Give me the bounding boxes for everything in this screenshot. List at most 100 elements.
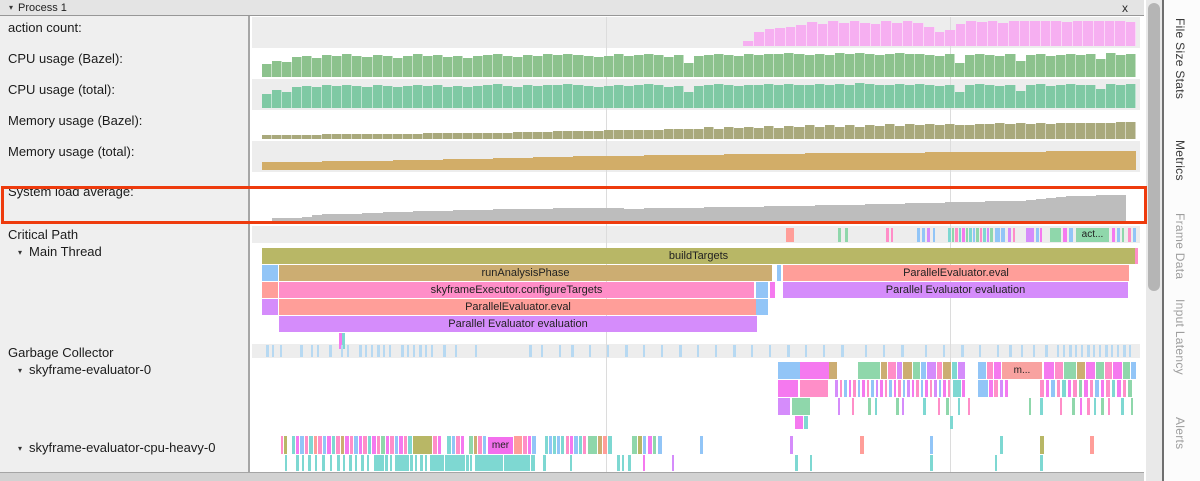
evaluator0-slice[interactable] xyxy=(1029,398,1031,415)
main-thread-slice[interactable] xyxy=(777,265,781,281)
evaluator0-slice[interactable] xyxy=(989,380,993,397)
evaluator0-slice[interactable] xyxy=(880,380,883,397)
evaluator0-slice[interactable] xyxy=(1072,398,1075,415)
cpu-heavy-slice[interactable] xyxy=(588,436,597,454)
evaluator0-slice[interactable] xyxy=(943,380,946,397)
evaluator0-slice[interactable] xyxy=(952,362,957,379)
critical-path-event[interactable] xyxy=(990,228,993,242)
cpu-heavy-slice[interactable] xyxy=(445,455,465,471)
evaluator0-slice[interactable] xyxy=(1112,380,1115,397)
evaluator0-slice[interactable] xyxy=(1123,380,1126,397)
evaluator0-slice[interactable] xyxy=(946,398,949,415)
evaluator0-slice[interactable] xyxy=(1131,362,1136,379)
evaluator0-slice[interactable] xyxy=(939,380,941,397)
main-thread-slice[interactable] xyxy=(1135,248,1138,264)
evaluator0-slice[interactable] xyxy=(881,362,887,379)
evaluator0-slice[interactable] xyxy=(923,398,926,415)
critical-path-event[interactable] xyxy=(1112,228,1115,242)
evaluator0-slice[interactable] xyxy=(858,362,880,379)
evaluator0-slice[interactable] xyxy=(1105,362,1112,379)
cpu-heavy-slice[interactable] xyxy=(543,455,546,471)
cpu-heavy-slice[interactable] xyxy=(795,455,798,471)
main-thread-slice[interactable] xyxy=(262,265,278,281)
critical-path-event[interactable] xyxy=(1001,228,1005,242)
critical-path-event[interactable] xyxy=(891,228,893,242)
evaluator0-slice[interactable] xyxy=(925,380,928,397)
cpu-heavy-slice[interactable] xyxy=(622,455,624,471)
evaluator0-slice[interactable] xyxy=(1005,380,1008,397)
evaluator0-slice[interactable] xyxy=(835,380,838,397)
cpu-heavy-slice[interactable] xyxy=(438,436,441,454)
cpu-heavy-slice[interactable] xyxy=(381,436,385,454)
cpu-heavy-slice[interactable] xyxy=(1040,455,1043,471)
cpu-heavy-slice[interactable] xyxy=(523,436,527,454)
cpu-heavy-slice[interactable] xyxy=(410,455,413,471)
evaluator0-slice[interactable] xyxy=(1117,380,1121,397)
evaluator0-slice[interactable] xyxy=(778,380,798,397)
cpu-heavy-slice[interactable] xyxy=(553,436,556,454)
critical-path-event[interactable] xyxy=(1040,228,1042,242)
evaluator0-slice[interactable] xyxy=(978,362,986,379)
main-thread-slice[interactable]: Parallel Evaluator evaluation xyxy=(783,282,1128,298)
cpu-heavy-slice[interactable] xyxy=(483,436,486,454)
cpu-heavy-slice[interactable] xyxy=(284,436,287,454)
evaluator0-slice[interactable] xyxy=(948,380,950,397)
evaluator0-slice[interactable] xyxy=(962,380,965,397)
cpu-heavy-slice[interactable] xyxy=(359,436,362,454)
evaluator0-slice[interactable] xyxy=(994,380,998,397)
evaluator0-slice[interactable] xyxy=(853,380,856,397)
action-count-chart[interactable] xyxy=(262,20,1136,46)
critical-path-event[interactable] xyxy=(969,228,972,242)
collapse-arrow-icon[interactable]: ▾ xyxy=(18,248,22,257)
main-thread-slice[interactable]: Parallel Evaluator evaluation xyxy=(279,316,757,332)
cpu-heavy-slice[interactable] xyxy=(354,436,358,454)
cpu-heavy-slice[interactable] xyxy=(341,436,344,454)
evaluator0-slice[interactable] xyxy=(1086,362,1095,379)
evaluator0-slice[interactable] xyxy=(938,398,940,415)
critical-path-event[interactable] xyxy=(983,228,986,242)
main-thread-slice[interactable]: ParallelEvaluator.eval xyxy=(279,299,757,315)
critical-path-event[interactable] xyxy=(952,228,954,242)
evaluator0-slice[interactable] xyxy=(1040,398,1043,415)
evaluator0-slice[interactable] xyxy=(849,380,851,397)
evaluator0-slice[interactable] xyxy=(875,398,877,415)
cpu-heavy-slice[interactable] xyxy=(447,436,451,454)
main-thread-slice[interactable] xyxy=(756,299,768,315)
cpu-heavy-slice[interactable] xyxy=(672,455,674,471)
critical-path-event[interactable] xyxy=(1133,228,1136,242)
critical-path-event[interactable] xyxy=(1013,228,1015,242)
cpu-heavy-slice[interactable] xyxy=(504,455,530,471)
cpu-heavy-slice[interactable] xyxy=(395,455,409,471)
cpu-heavy-slice[interactable] xyxy=(285,455,287,471)
cpu-heavy-slice[interactable] xyxy=(1000,436,1003,454)
evaluator0-slice[interactable] xyxy=(868,398,871,415)
cpu-heavy-slice[interactable] xyxy=(474,436,477,454)
main-thread-slice[interactable]: runAnalysisPhase xyxy=(279,265,772,281)
critical-path-event[interactable] xyxy=(980,228,982,242)
cpu-heavy-slice[interactable] xyxy=(549,436,552,454)
mem-total-chart[interactable] xyxy=(262,144,1136,170)
cpu-heavy-slice[interactable] xyxy=(995,455,997,471)
main-thread-slice[interactable]: ParallelEvaluator.eval xyxy=(783,265,1129,281)
cpu-heavy-slice[interactable] xyxy=(415,455,417,471)
evaluator0-slice[interactable] xyxy=(858,380,860,397)
evaluator0-slice[interactable] xyxy=(1046,380,1049,397)
evaluator0-slice[interactable] xyxy=(1131,398,1133,415)
evaluator0-slice[interactable] xyxy=(896,398,899,415)
cpu-heavy-slice[interactable] xyxy=(413,436,432,454)
main-thread-slice[interactable] xyxy=(262,299,278,315)
cpu-heavy-slice[interactable] xyxy=(653,436,656,454)
evaluator0-slice[interactable] xyxy=(800,362,829,379)
evaluator0-slice[interactable] xyxy=(1094,398,1096,415)
evaluator0-slice[interactable] xyxy=(907,380,910,397)
evaluator0-slice[interactable] xyxy=(1101,398,1104,415)
event-chip-skyframe-evaluator-cpu-heavy-0[interactable]: mer xyxy=(488,437,513,454)
critical-path-event[interactable] xyxy=(948,228,951,242)
evaluator0-slice[interactable] xyxy=(1084,380,1088,397)
critical-path-event[interactable] xyxy=(1128,228,1131,242)
evaluator0-slice[interactable] xyxy=(1095,380,1099,397)
evaluator0-slice[interactable] xyxy=(1087,398,1090,415)
cpu-heavy-slice[interactable] xyxy=(930,455,933,471)
evaluator0-slice[interactable] xyxy=(1106,380,1110,397)
cpu-heavy-slice[interactable] xyxy=(561,436,564,454)
